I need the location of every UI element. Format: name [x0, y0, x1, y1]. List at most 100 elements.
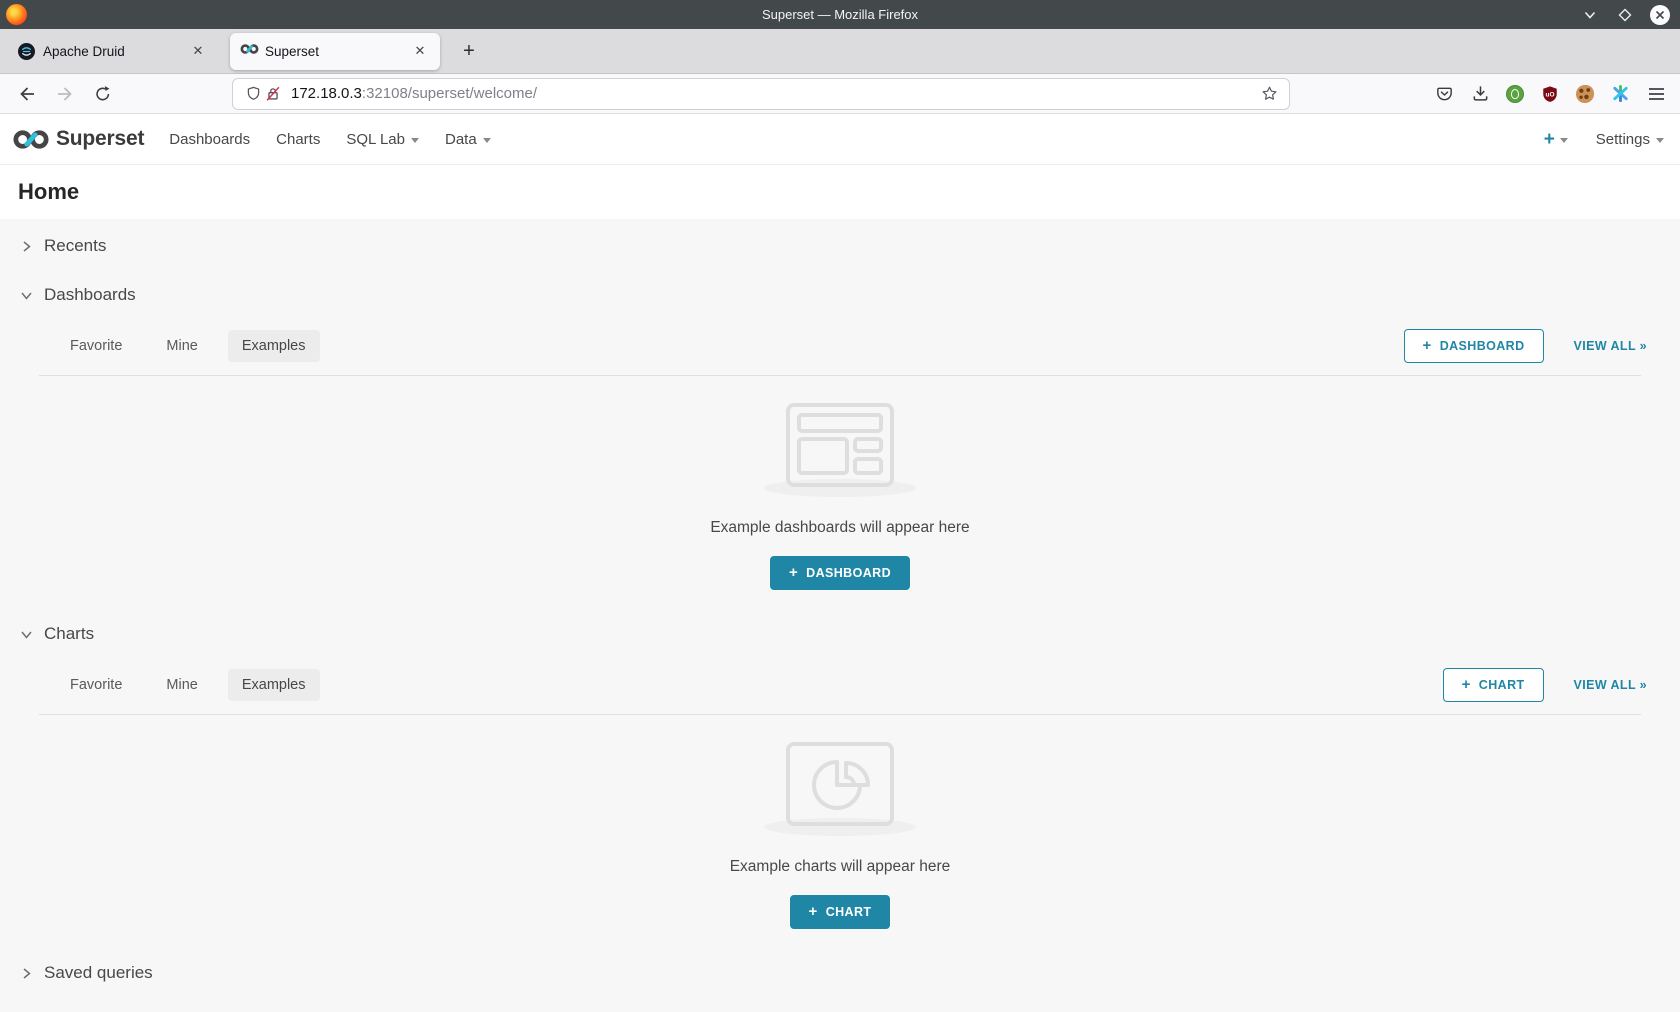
tab-examples[interactable]: Examples: [228, 330, 320, 362]
section-recents[interactable]: Recents: [0, 219, 1680, 273]
firefox-icon: [6, 4, 27, 25]
url-path: :32108/superset/welcome/: [362, 85, 537, 102]
pocket-icon[interactable]: [1434, 84, 1454, 104]
cookie-extension-icon[interactable]: [1576, 85, 1594, 103]
button-label: DASHBOARD: [806, 566, 891, 580]
add-chart-button-primary[interactable]: + CHART: [790, 895, 891, 929]
tab-close-icon[interactable]: ✕: [188, 41, 208, 61]
section-label: Recents: [44, 236, 106, 256]
plus-icon: +: [789, 564, 798, 581]
nav-item-data[interactable]: Data: [432, 114, 504, 165]
languagetool-icon[interactable]: [1610, 84, 1630, 104]
add-dashboard-button-primary[interactable]: + DASHBOARD: [770, 556, 910, 590]
add-dashboard-button[interactable]: + DASHBOARD: [1404, 329, 1544, 363]
nav-menu: Dashboards Charts SQL Lab Data: [156, 114, 503, 165]
url-host: 172.18.0.3: [291, 85, 362, 102]
nav-item-dashboards[interactable]: Dashboards: [156, 114, 263, 165]
browser-tab-strip: Apache Druid ✕ Superset ✕ +: [0, 29, 1680, 74]
tab-mine[interactable]: Mine: [152, 330, 211, 362]
section-label: Charts: [44, 624, 94, 644]
charts-actions: + CHART VIEW ALL »: [1443, 668, 1647, 702]
empty-chart-illustration: [764, 741, 916, 836]
dashboards-empty-state: Example dashboards will appear here + DA…: [0, 376, 1680, 612]
window-title: Superset — Mozilla Firefox: [762, 7, 918, 22]
nav-item-label: Data: [445, 131, 477, 148]
navbar-right: + Settings: [1544, 130, 1670, 149]
url-bar[interactable]: 172.18.0.3:32108/superset/welcome/: [232, 78, 1290, 110]
section-dashboards[interactable]: Dashboards: [0, 273, 1680, 317]
empty-state-text: Example charts will appear here: [730, 858, 951, 876]
section-label: Dashboards: [44, 285, 136, 305]
dashboards-filter-tabs: Favorite Mine Examples: [56, 330, 336, 362]
url-text[interactable]: 172.18.0.3:32108/superset/welcome/: [291, 85, 1259, 102]
page-body: Recents Dashboards Favorite Mine Example…: [0, 219, 1680, 995]
nav-item-sql-lab[interactable]: SQL Lab: [333, 114, 432, 165]
bookmark-star-icon[interactable]: [1259, 84, 1279, 104]
new-item-menu[interactable]: +: [1544, 130, 1568, 149]
button-label: CHART: [826, 905, 872, 919]
dashboards-tabs-row: Favorite Mine Examples + DASHBOARD VIEW …: [0, 317, 1680, 375]
plus-icon: +: [1462, 676, 1471, 693]
nav-item-label: Dashboards: [169, 131, 250, 148]
tab-examples[interactable]: Examples: [228, 669, 320, 701]
chevron-right-icon: [19, 239, 33, 253]
empty-state-text: Example dashboards will appear here: [710, 519, 969, 537]
chevron-down-icon: [411, 138, 419, 143]
view-all-dashboards-link[interactable]: VIEW ALL »: [1574, 339, 1647, 353]
plus-icon: +: [1423, 337, 1432, 354]
menu-hamburger-icon[interactable]: [1646, 84, 1666, 104]
page-title: Home: [18, 179, 79, 205]
toolbar-extensions: uO: [1434, 84, 1668, 104]
button-label: DASHBOARD: [1440, 339, 1525, 353]
close-window-icon[interactable]: [1650, 5, 1670, 25]
tab-close-icon[interactable]: ✕: [410, 41, 430, 61]
section-charts[interactable]: Charts: [0, 612, 1680, 656]
extension-green-icon[interactable]: [1506, 85, 1524, 103]
new-tab-button[interactable]: +: [454, 36, 484, 66]
back-icon[interactable]: [12, 80, 42, 108]
maximize-icon[interactable]: [1615, 5, 1635, 25]
tab-superset[interactable]: Superset ✕: [230, 33, 440, 70]
add-chart-button[interactable]: + CHART: [1443, 668, 1544, 702]
view-all-charts-link[interactable]: VIEW ALL »: [1574, 678, 1647, 692]
downloads-icon[interactable]: [1470, 84, 1490, 104]
chevron-down-icon: [19, 288, 33, 302]
minimize-icon[interactable]: [1580, 5, 1600, 25]
tab-mine[interactable]: Mine: [152, 669, 211, 701]
section-saved-queries[interactable]: Saved queries: [0, 951, 1680, 995]
chevron-down-icon: [19, 627, 33, 641]
tab-title: Apache Druid: [43, 44, 180, 59]
settings-label: Settings: [1596, 131, 1650, 148]
dashboards-actions: + DASHBOARD VIEW ALL »: [1404, 329, 1647, 363]
tab-title: Superset: [265, 44, 402, 59]
nav-buttons: [12, 80, 118, 108]
dashboard-placeholder-icon: [785, 402, 895, 488]
tracking-protection-shield-icon[interactable]: [243, 84, 263, 104]
forward-icon[interactable]: [50, 80, 80, 108]
chevron-down-icon: [1656, 138, 1664, 143]
reload-icon[interactable]: [88, 80, 118, 108]
ublock-origin-icon[interactable]: uO: [1540, 84, 1560, 104]
chevron-down-icon: [483, 138, 491, 143]
nav-item-charts[interactable]: Charts: [263, 114, 333, 165]
superset-navbar: Superset Dashboards Charts SQL Lab Data …: [0, 114, 1680, 165]
window-controls: [1580, 0, 1670, 29]
chevron-right-icon: [19, 966, 33, 980]
nav-item-label: SQL Lab: [346, 131, 405, 148]
window-titlebar: Superset — Mozilla Firefox: [0, 0, 1680, 29]
druid-favicon-icon: [18, 43, 35, 60]
chevron-down-icon: [1560, 138, 1568, 143]
charts-filter-tabs: Favorite Mine Examples: [56, 669, 336, 701]
plus-icon: +: [1544, 130, 1555, 149]
superset-brand[interactable]: Superset: [12, 127, 144, 151]
tab-apache-druid[interactable]: Apache Druid ✕: [8, 33, 218, 70]
superset-logo-icon: [12, 128, 50, 151]
settings-menu[interactable]: Settings: [1596, 131, 1670, 148]
section-label: Saved queries: [44, 963, 153, 983]
charts-empty-state: Example charts will appear here + CHART: [0, 715, 1680, 951]
tab-favorite[interactable]: Favorite: [56, 669, 136, 701]
empty-dashboard-illustration: [764, 402, 916, 497]
tab-favorite[interactable]: Favorite: [56, 330, 136, 362]
nav-item-label: Charts: [276, 131, 320, 148]
insecure-lock-icon[interactable]: [263, 84, 283, 104]
